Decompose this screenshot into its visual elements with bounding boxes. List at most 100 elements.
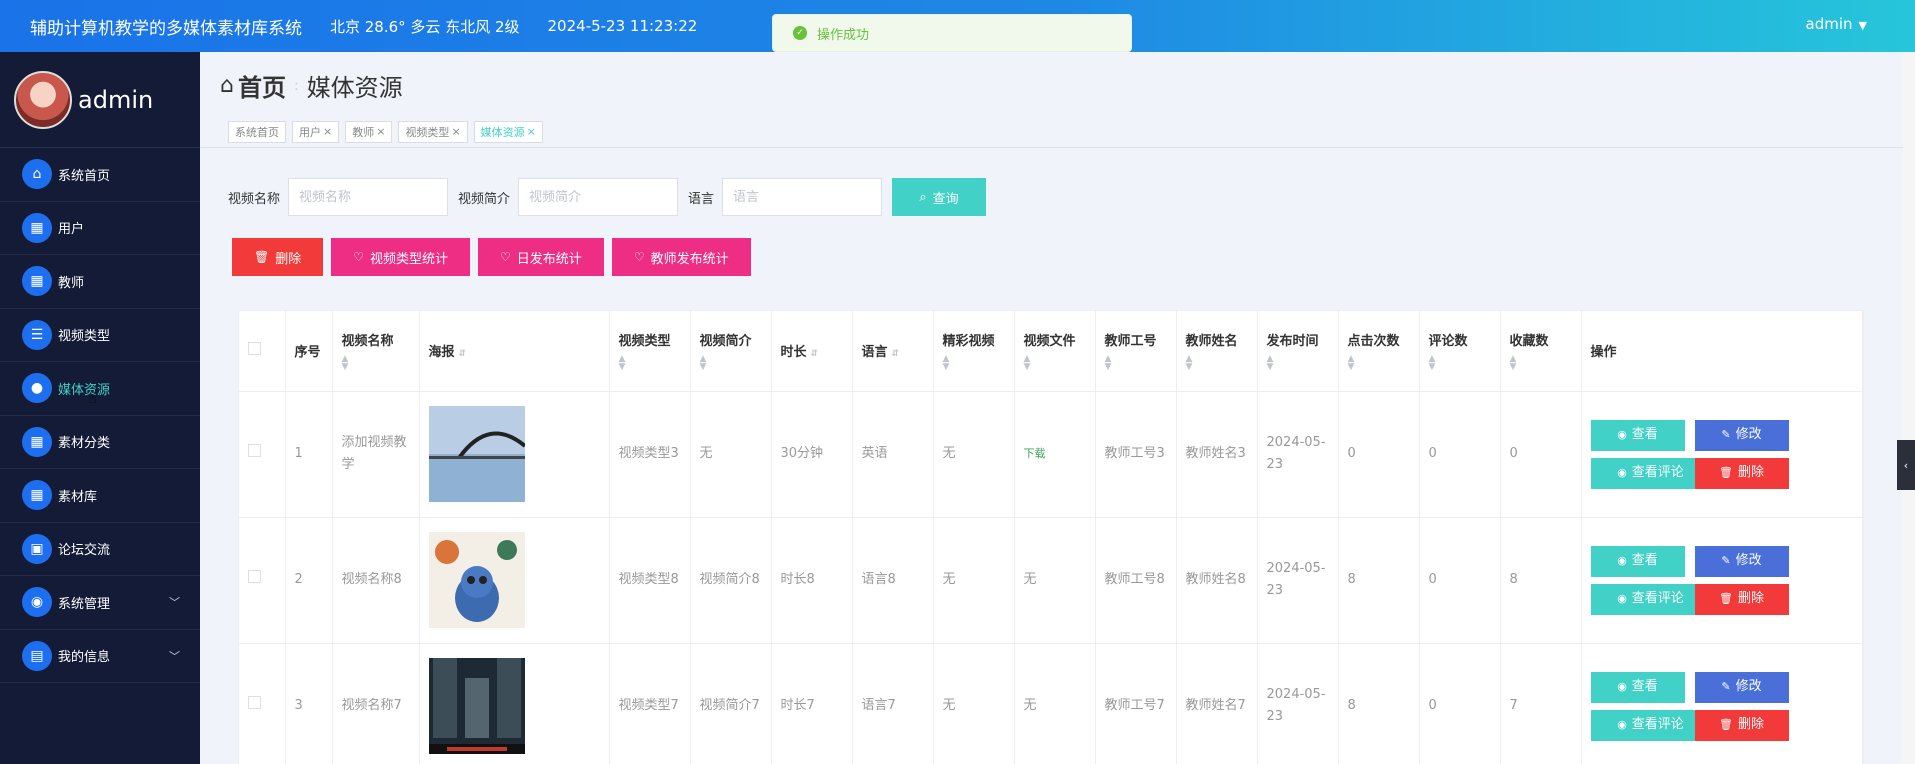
sidebar-item-label: 媒体资源 [58,382,111,398]
sidebar-item-forum[interactable]: ▣ 论坛交流 [0,523,200,576]
sidebar-item-my-info[interactable]: ▤ 我的信息 ﹀ [0,630,200,683]
view-button[interactable]: ◉ 查看 [1590,671,1685,703]
sidebar-item-label: 系统管理 [58,596,111,612]
cell-duration: 30分钟 [771,391,853,518]
sidebar-item-users[interactable]: ▦ 用户 [0,202,200,255]
video-intro-input[interactable] [518,178,679,216]
page-scrollbar[interactable] [1903,52,1915,764]
cell-type: 视频类型7 [609,643,691,764]
eye-icon: ◉ [1617,680,1627,693]
col-lang[interactable]: 语言 ⇵ [852,311,934,392]
sidebar-item-media[interactable]: ● 媒体资源 [0,362,200,416]
tag-label: 教师 [352,125,375,139]
sidebar-item-label: 视频类型 [58,329,111,345]
cell-type: 视频类型8 [609,517,691,644]
cell-date: 2024-05-23 [1257,391,1339,518]
sort-icon[interactable]: ▲ ▼ [1510,355,1572,372]
view-button[interactable]: ◉ 查看 [1590,545,1685,577]
type-stats-button[interactable]: ♡ 视频类型统计 [331,238,471,276]
eye-icon: ◉ [1617,554,1627,567]
sidebar-item-video-types[interactable]: ☰ 视频类型 [0,309,200,362]
row-delete-button[interactable]: 🗑 删除 [1694,457,1789,489]
cell-intro: 无 [690,391,772,518]
edit-button[interactable]: ✎ 修改 [1694,671,1789,703]
close-icon[interactable]: × [376,125,385,138]
sidebar: admin ⌂ 系统首页 ▦ 用户 ▦ 教师 ☰ 视频类型 ● 媒体资源 ▦ 素材分类 ▦ 素… [0,52,200,764]
col-teacher-name[interactable]: 教师姓名 ▲ ▼ [1176,311,1258,392]
col-intro[interactable]: 视频简介 ▲ ▼ [690,311,772,392]
side-panel-toggle[interactable]: ‹ [1897,440,1915,490]
row-checkbox[interactable] [248,570,261,583]
sort-icon[interactable]: ▲ ▼ [1024,355,1086,372]
sidebar-item-material-categories[interactable]: ▦ 素材分类 [0,416,200,469]
tag-media[interactable]: 媒体资源 × [473,120,543,143]
select-all-checkbox[interactable] [248,342,261,356]
view-button[interactable]: ◉ 查看 [1590,419,1685,451]
search-button[interactable]: ⌕ 查询 [892,178,987,216]
language-input[interactable] [722,178,883,216]
row-select-cell [239,643,286,764]
sort-icon[interactable]: ▲ ▼ [342,355,410,372]
daily-stats-label: 日发布统计 [516,251,582,267]
sidebar-item-material-library[interactable]: ▦ 素材库 [0,469,200,523]
col-file[interactable]: 视频文件 ▲ ▼ [1014,311,1096,392]
tag-home[interactable]: 系统首页 [228,120,286,143]
sort-icon[interactable]: ▲ ▼ [1429,355,1491,372]
col-date[interactable]: 发布时间 ▲ ▼ [1257,311,1339,392]
view-comments-button[interactable]: ◉ 查看评论 [1590,457,1711,489]
tag-video-types[interactable]: 视频类型 × [398,120,468,143]
sort-icon[interactable]: ▲ ▼ [1267,355,1329,372]
cell-intro: 视频简介8 [690,517,772,644]
card-icon: ▤ [22,640,52,671]
col-type[interactable]: 视频类型 ▲ ▼ [609,311,691,392]
cell-poster [419,643,610,764]
video-name-input[interactable] [288,178,449,216]
tag-teachers[interactable]: 教师 × [345,120,393,143]
sort-icon[interactable]: ⇵ [811,349,819,359]
col-teacher-no[interactable]: 教师工号 ▲ ▼ [1095,311,1177,392]
sidebar-item-teachers[interactable]: ▦ 教师 [0,255,200,309]
delete-button[interactable]: 🗑 删除 [232,238,324,276]
col-duration[interactable]: 时长 ⇵ [771,311,853,392]
sort-icon[interactable]: ▲ ▼ [700,355,762,372]
edit-button[interactable]: ✎ 修改 [1694,545,1789,577]
col-favorites[interactable]: 收藏数 ▲ ▼ [1500,311,1582,392]
sort-icon[interactable]: ⇵ [459,349,467,359]
sort-icon[interactable]: ▲ ▼ [1186,355,1248,372]
edit-button[interactable]: ✎ 修改 [1694,419,1789,451]
cell-file: 无 [1014,643,1096,764]
select-all-cell [239,311,286,392]
sort-icon[interactable]: ▲ ▼ [943,355,1005,372]
grid-icon: ▦ [22,426,52,457]
close-icon[interactable]: × [323,125,332,138]
breadcrumb-home[interactable]: 首页 [238,68,286,103]
view-comments-button[interactable]: ◉ 查看评论 [1590,583,1711,615]
col-clicks[interactable]: 点击次数 ▲ ▼ [1338,311,1420,392]
row-delete-button[interactable]: 🗑 删除 [1694,583,1789,615]
close-icon[interactable]: × [451,125,460,138]
datetime: 2024-5-23 11:23:22 [547,17,698,35]
col-comments[interactable]: 评论数 ▲ ▼ [1419,311,1501,392]
sort-icon[interactable]: ⇵ [892,349,900,359]
col-featured[interactable]: 精彩视频 ▲ ▼ [933,311,1015,392]
daily-stats-button[interactable]: ♡ 日发布统计 [478,238,604,276]
poster-image [428,532,525,628]
cell-teacher-no: 教师工号3 [1095,391,1177,518]
tag-users[interactable]: 用户 × [292,120,340,143]
sort-icon[interactable]: ▲ ▼ [619,355,681,372]
user-menu[interactable]: admin ▼ [1806,15,1867,33]
close-icon[interactable]: × [527,125,536,138]
sidebar-item-home[interactable]: ⌂ 系统首页 [0,148,200,202]
col-name[interactable]: 视频名称 ▲ ▼ [332,311,420,392]
download-link[interactable]: 下载 [1014,391,1096,518]
sort-icon[interactable]: ▲ ▼ [1348,355,1410,372]
row-delete-button[interactable]: 🗑 删除 [1694,709,1789,741]
row-checkbox[interactable] [248,444,261,457]
col-poster[interactable]: 海报 ⇵ [419,311,610,392]
teacher-stats-button[interactable]: ♡ 教师发布统计 [611,238,751,276]
row-checkbox[interactable] [248,696,261,709]
view-comments-button[interactable]: ◉ 查看评论 [1590,709,1711,741]
sidebar-item-system[interactable]: ◉ 系统管理 ﹀ [0,576,200,630]
sort-icon[interactable]: ▲ ▼ [1105,355,1167,372]
eye-icon: ◉ [1617,466,1627,479]
